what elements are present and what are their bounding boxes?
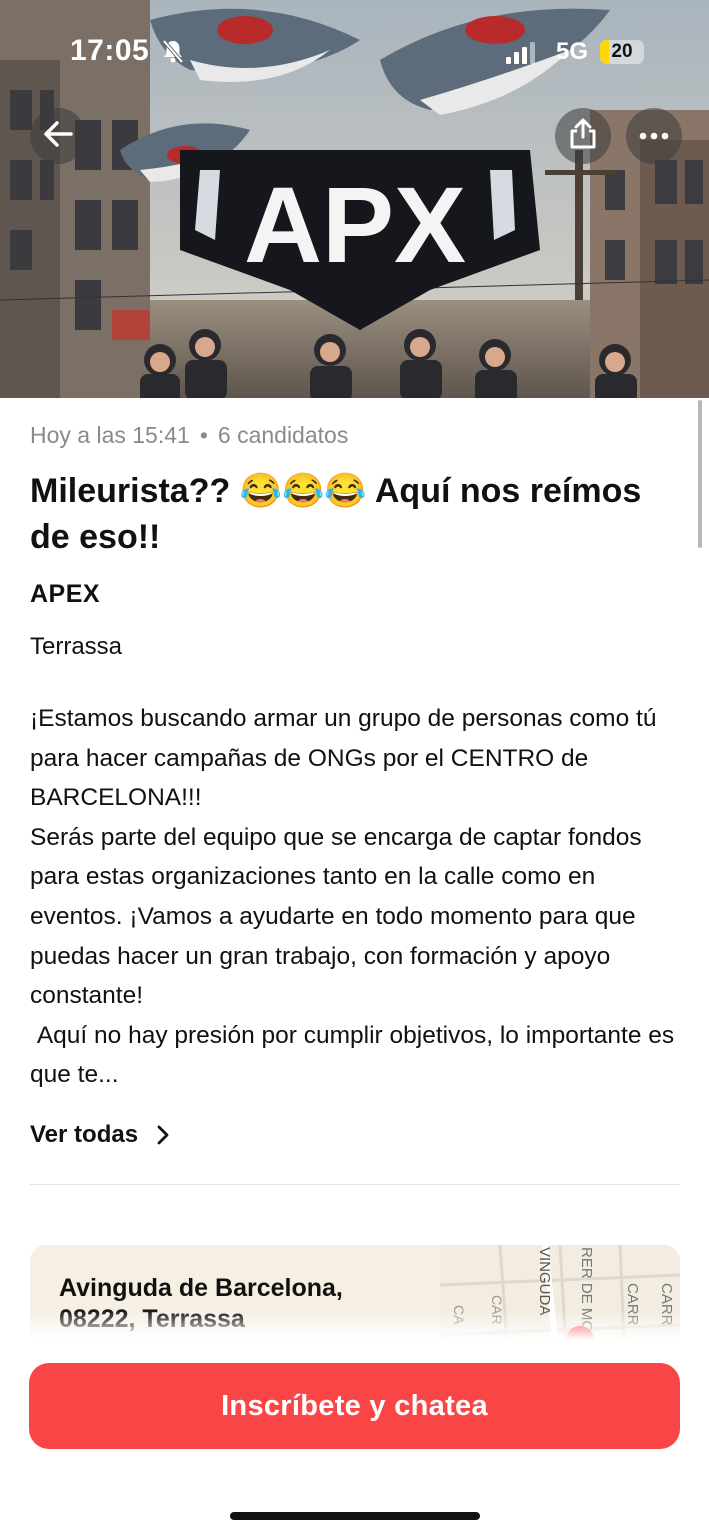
company-name[interactable]: APEX [30,580,100,609]
job-description: ¡Estamos buscando armar un grupo de pers… [30,705,675,1089]
apply-chat-button[interactable]: Inscríbete y chatea [29,1363,680,1449]
back-button[interactable] [30,108,86,164]
candidate-count: 6 candidatos [217,422,349,448]
status-bar: 17:05 5G 20 [0,0,709,100]
section-divider [30,1184,680,1185]
job-city: Terrassa [30,633,123,660]
post-meta: Hoy a las 15:41 • 6 candidatos [30,422,348,449]
share-icon [568,118,598,155]
battery-icon: 20 [600,40,644,64]
home-indicator[interactable] [230,1512,480,1520]
bell-muted-icon [160,38,186,69]
chevron-right-icon [157,1125,169,1145]
more-options-button[interactable] [626,108,682,164]
scrollbar[interactable] [698,400,702,548]
battery-level: 20 [611,41,633,62]
posted-time: Hoy a las 15:41 [30,422,190,448]
map-label-avinguda: VINGUDA [536,1247,553,1315]
job-title: Mileurista?? 😂😂😂 Aquí nos reímos de eso!… [30,472,642,556]
see-all-link[interactable]: Ver todas [30,1121,170,1149]
more-icon [639,127,669,145]
status-time: 17:05 [70,34,150,67]
meta-separator: • [199,422,208,448]
address-line1: Avinguda de Barcelona, [59,1274,343,1302]
back-arrow-icon [43,120,73,152]
network-type: 5G [556,38,589,65]
see-all-label: Ver todas [30,1121,139,1148]
hero-logo-text: APX [244,164,466,285]
signal-icon [506,42,538,69]
share-button[interactable] [555,108,611,164]
